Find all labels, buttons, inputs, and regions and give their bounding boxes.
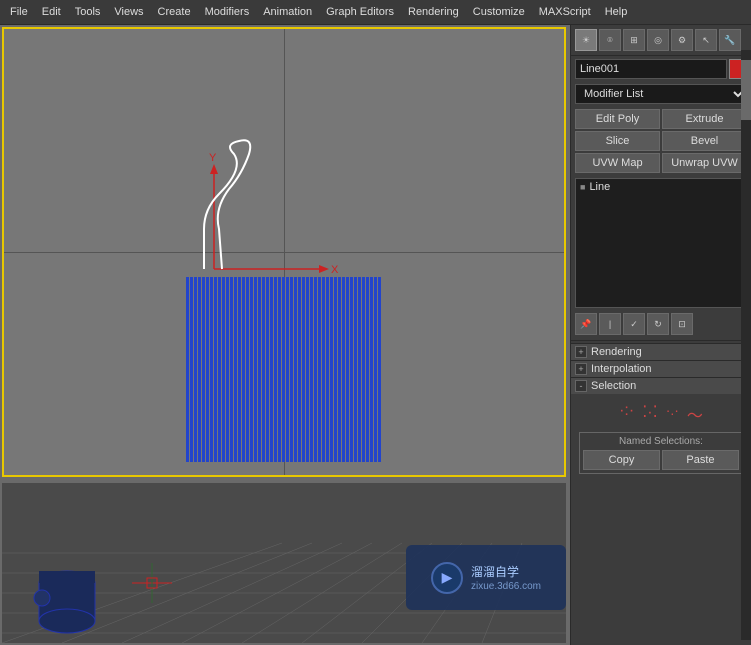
panel-scrollbar[interactable] xyxy=(741,50,751,640)
menu-edit[interactable]: Edit xyxy=(36,4,67,20)
watermark-play-icon: ▶ xyxy=(442,569,453,586)
right-panel: ☀ ⌾ ⊞ ◎ ⚙ ↖ 🔧 Modifier List Edit Poly Ex… xyxy=(570,25,751,645)
cycle-icon[interactable]: ↻ xyxy=(647,313,669,335)
extrude-button[interactable]: Extrude xyxy=(662,109,747,129)
rendering-label: Rendering xyxy=(591,346,642,358)
interpolation-toggle[interactable]: + xyxy=(575,363,587,375)
menu-create[interactable]: Create xyxy=(152,4,197,20)
tree-bullet-icon: ■ xyxy=(580,182,585,192)
selection-content: ·:· ⁚·⁚ ·.· 〜 Named Selections: Copy Pas… xyxy=(571,394,751,480)
edit-poly-button[interactable]: Edit Poly xyxy=(575,109,660,129)
unwrap-uvw-button[interactable]: Unwrap UVW xyxy=(662,153,747,173)
menu-views[interactable]: Views xyxy=(108,4,149,20)
menu-animation[interactable]: Animation xyxy=(257,4,318,20)
expand-icon[interactable]: | xyxy=(599,313,621,335)
selection-toggle[interactable]: - xyxy=(575,380,587,392)
circle-icon[interactable]: ◎ xyxy=(647,29,669,51)
rendering-toggle[interactable]: + xyxy=(575,346,587,358)
menu-customize[interactable]: Customize xyxy=(467,4,531,20)
bevel-button[interactable]: Bevel xyxy=(662,131,747,151)
watermark: ▶ 溜溜自学 zixue.3d66.com xyxy=(406,545,566,610)
sun-icon[interactable]: ☀ xyxy=(575,29,597,51)
vertex-icon-3[interactable]: ·.· xyxy=(666,402,679,426)
svg-text:X: X xyxy=(331,264,339,276)
tree-item-line[interactable]: ■ Line xyxy=(576,179,746,195)
curve-shape xyxy=(154,139,294,299)
wrench-icon[interactable]: 🔧 xyxy=(719,29,741,51)
camera-icon[interactable]: ⌾ xyxy=(599,29,621,51)
vertex-icon-4[interactable]: 〜 xyxy=(687,402,703,426)
watermark-logo: ▶ xyxy=(431,562,463,594)
check-icon[interactable]: ✓ xyxy=(623,313,645,335)
scrollbar-thumb[interactable] xyxy=(741,60,751,120)
separator-1 xyxy=(571,340,751,341)
named-selections-label: Named Selections: xyxy=(583,436,739,447)
selection-section-header[interactable]: - Selection xyxy=(571,377,751,394)
menu-modifiers[interactable]: Modifiers xyxy=(199,4,256,20)
menu-help[interactable]: Help xyxy=(599,4,634,20)
menu-rendering[interactable]: Rendering xyxy=(402,4,465,20)
view-icon[interactable]: ⊡ xyxy=(671,313,693,335)
settings-icon[interactable]: ⚙ xyxy=(671,29,693,51)
menu-tools[interactable]: Tools xyxy=(69,4,107,20)
paste-selection-button[interactable]: Paste xyxy=(662,450,739,470)
menu-maxscript[interactable]: MAXScript xyxy=(533,4,597,20)
grid-icon[interactable]: ⊞ xyxy=(623,29,645,51)
icon-strip: 📌 | ✓ ↻ ⊡ xyxy=(571,310,751,338)
blue-lines-area xyxy=(186,277,386,462)
object-name-row xyxy=(571,56,751,82)
watermark-line2: zixue.3d66.com xyxy=(471,581,541,592)
top-menubar: File Edit Tools Views Create Modifiers A… xyxy=(0,0,751,25)
uvw-map-button[interactable]: UVW Map xyxy=(575,153,660,173)
watermark-line1: 溜溜自学 xyxy=(471,563,541,581)
modifier-list-row: Modifier List xyxy=(571,82,751,106)
viewport-top[interactable]: Y X xyxy=(2,27,566,477)
slice-button[interactable]: Slice xyxy=(575,131,660,151)
watermark-text-block: 溜溜自学 zixue.3d66.com xyxy=(471,563,541,592)
modifier-buttons-grid: Edit Poly Extrude Slice Bevel UVW Map Un… xyxy=(571,106,751,176)
modifier-tree[interactable]: ■ Line xyxy=(575,178,747,308)
menu-graph[interactable]: Graph Editors xyxy=(320,4,400,20)
object-name-input[interactable] xyxy=(575,59,727,79)
named-selections-group: Named Selections: Copy Paste xyxy=(579,432,743,474)
vertex-icon-1[interactable]: ·:· xyxy=(619,402,634,426)
interpolation-label: Interpolation xyxy=(591,363,652,375)
vertex-icons: ·:· ⁚·⁚ ·.· 〜 xyxy=(575,398,747,430)
modifier-dropdown[interactable]: Modifier List xyxy=(575,84,747,104)
pin-icon[interactable]: 📌 xyxy=(575,313,597,335)
interpolation-section-header[interactable]: + Interpolation xyxy=(571,360,751,377)
vertex-icon-2[interactable]: ⁚·⁚ xyxy=(642,402,658,426)
cursor-icon[interactable]: ↖ xyxy=(695,29,717,51)
rendering-section-header[interactable]: + Rendering xyxy=(571,343,751,360)
selection-label: Selection xyxy=(591,380,636,392)
menu-file[interactable]: File xyxy=(4,4,34,20)
toolbar-icons-row: ☀ ⌾ ⊞ ◎ ⚙ ↖ 🔧 xyxy=(571,25,751,56)
tree-item-label: Line xyxy=(589,181,610,193)
copy-selection-button[interactable]: Copy xyxy=(583,450,660,470)
named-sel-buttons: Copy Paste xyxy=(583,450,739,470)
